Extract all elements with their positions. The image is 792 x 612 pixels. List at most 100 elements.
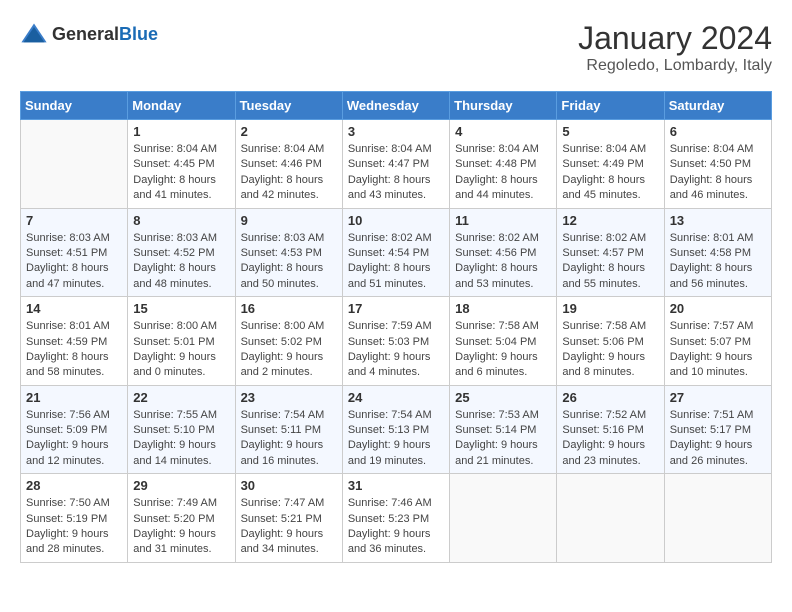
day-info: Sunrise: 7:46 AMSunset: 5:23 PMDaylight:… <box>348 496 444 558</box>
calendar-cell: 20 Sunrise: 7:57 AMSunset: 5:07 PMDayligh… <box>664 297 771 386</box>
day-number: 14 <box>26 301 122 316</box>
calendar-cell: 5Sunrise: 8:04 AMSunset: 4:49 PMDaylight… <box>557 120 664 209</box>
day-info: Sunrise: 7:54 AMSunset: 5:11 PMDaylight:… <box>241 408 337 470</box>
day-number: 2 <box>241 124 337 139</box>
day-number: 4 <box>455 124 551 139</box>
day-info: Sunrise: 7:56 AMSunset: 5:09 PMDaylight:… <box>26 408 122 470</box>
weekday-header-monday: Monday <box>128 92 235 120</box>
day-number: 12 <box>562 213 658 228</box>
day-info: Sunrise: 8:02 AMSunset: 4:57 PMDaylight:… <box>562 231 658 293</box>
calendar-cell: 4 Sunrise: 8:04 AMSunset: 4:48 PMDaylight… <box>450 120 557 209</box>
weekday-header-saturday: Saturday <box>664 92 771 120</box>
calendar-cell: 28 Sunrise: 7:50 AMSunset: 5:19 PMDayligh… <box>21 474 128 563</box>
logo: GeneralBlue <box>20 20 158 48</box>
calendar-week-row: 14 Sunrise: 8:01 AMSunset: 4:59 PMDayligh… <box>21 297 772 386</box>
calendar-week-row: 7Sunrise: 8:03 AMSunset: 4:51 PMDaylight… <box>21 208 772 297</box>
weekday-header-friday: Friday <box>557 92 664 120</box>
day-number: 1 <box>133 124 229 139</box>
day-info: Sunrise: 7:57 AMSunset: 5:07 PMDaylight:… <box>670 319 766 381</box>
day-info: Sunrise: 7:50 AMSunset: 5:19 PMDaylight:… <box>26 496 122 558</box>
day-number: 7 <box>26 213 122 228</box>
calendar-cell <box>21 120 128 209</box>
day-info: Sunrise: 7:51 AMSunset: 5:17 PMDaylight:… <box>670 408 766 470</box>
day-number: 24 <box>348 390 444 405</box>
weekday-header-wednesday: Wednesday <box>342 92 449 120</box>
month-title: January 2024 <box>578 20 772 57</box>
day-number: 10 <box>348 213 444 228</box>
calendar-cell: 19Sunrise: 7:58 AMSunset: 5:06 PMDayligh… <box>557 297 664 386</box>
calendar-cell: 22 Sunrise: 7:55 AMSunset: 5:10 PMDayligh… <box>128 385 235 474</box>
logo-icon <box>20 20 48 48</box>
calendar-header: SundayMondayTuesdayWednesdayThursdayFrid… <box>21 92 772 120</box>
calendar-week-row: 21 Sunrise: 7:56 AMSunset: 5:09 PMDayligh… <box>21 385 772 474</box>
calendar-cell: 11Sunrise: 8:02 AMSunset: 4:56 PMDayligh… <box>450 208 557 297</box>
calendar-cell: 8Sunrise: 8:03 AMSunset: 4:52 PMDaylight… <box>128 208 235 297</box>
calendar-cell: 1Sunrise: 8:04 AMSunset: 4:45 PMDaylight… <box>128 120 235 209</box>
calendar-cell: 16Sunrise: 8:00 AMSunset: 5:02 PMDayligh… <box>235 297 342 386</box>
day-number: 22 <box>133 390 229 405</box>
day-number: 29 <box>133 478 229 493</box>
day-info: Sunrise: 7:47 AMSunset: 5:21 PMDaylight:… <box>241 496 337 558</box>
day-number: 9 <box>241 213 337 228</box>
day-info: Sunrise: 8:04 AMSunset: 4:48 PMDaylight:… <box>455 142 551 204</box>
calendar-cell: 13 Sunrise: 8:01 AMSunset: 4:58 PMDayligh… <box>664 208 771 297</box>
day-number: 21 <box>26 390 122 405</box>
day-number: 6 <box>670 124 766 139</box>
calendar-body: 1Sunrise: 8:04 AMSunset: 4:45 PMDaylight… <box>21 120 772 563</box>
day-info: Sunrise: 8:04 AMSunset: 4:50 PMDaylight:… <box>670 142 766 204</box>
calendar-cell: 10 Sunrise: 8:02 AMSunset: 4:54 PMDayligh… <box>342 208 449 297</box>
calendar-week-row: 1Sunrise: 8:04 AMSunset: 4:45 PMDaylight… <box>21 120 772 209</box>
day-number: 26 <box>562 390 658 405</box>
day-number: 25 <box>455 390 551 405</box>
calendar-cell: 27 Sunrise: 7:51 AMSunset: 5:17 PMDayligh… <box>664 385 771 474</box>
day-info: Sunrise: 8:00 AMSunset: 5:02 PMDaylight:… <box>241 319 337 381</box>
day-info: Sunrise: 8:01 AMSunset: 4:58 PMDaylight:… <box>670 231 766 293</box>
logo-text-general: General <box>52 24 119 44</box>
calendar-cell: 2 Sunrise: 8:04 AMSunset: 4:46 PMDaylight… <box>235 120 342 209</box>
weekday-row: SundayMondayTuesdayWednesdayThursdayFrid… <box>21 92 772 120</box>
calendar-cell: 12 Sunrise: 8:02 AMSunset: 4:57 PMDayligh… <box>557 208 664 297</box>
day-number: 30 <box>241 478 337 493</box>
calendar-cell: 21 Sunrise: 7:56 AMSunset: 5:09 PMDayligh… <box>21 385 128 474</box>
calendar-cell: 24 Sunrise: 7:54 AMSunset: 5:13 PMDayligh… <box>342 385 449 474</box>
calendar-table: SundayMondayTuesdayWednesdayThursdayFrid… <box>20 91 772 563</box>
day-number: 27 <box>670 390 766 405</box>
title-block: January 2024 Regoledo, Lombardy, Italy <box>578 20 772 75</box>
day-info: Sunrise: 7:54 AMSunset: 5:13 PMDaylight:… <box>348 408 444 470</box>
calendar-cell: 3Sunrise: 8:04 AMSunset: 4:47 PMDaylight… <box>342 120 449 209</box>
calendar-cell: 30 Sunrise: 7:47 AMSunset: 5:21 PMDayligh… <box>235 474 342 563</box>
day-info: Sunrise: 8:03 AMSunset: 4:52 PMDaylight:… <box>133 231 229 293</box>
day-info: Sunrise: 8:03 AMSunset: 4:53 PMDaylight:… <box>241 231 337 293</box>
day-number: 3 <box>348 124 444 139</box>
day-number: 13 <box>670 213 766 228</box>
logo-text-blue: Blue <box>119 24 158 44</box>
day-number: 15 <box>133 301 229 316</box>
day-number: 20 <box>670 301 766 316</box>
calendar-cell: 26Sunrise: 7:52 AMSunset: 5:16 PMDayligh… <box>557 385 664 474</box>
day-number: 23 <box>241 390 337 405</box>
calendar-cell: 25 Sunrise: 7:53 AMSunset: 5:14 PMDayligh… <box>450 385 557 474</box>
calendar-cell <box>664 474 771 563</box>
day-info: Sunrise: 8:00 AMSunset: 5:01 PMDaylight:… <box>133 319 229 381</box>
calendar-cell: 31 Sunrise: 7:46 AMSunset: 5:23 PMDayligh… <box>342 474 449 563</box>
calendar-cell: 18Sunrise: 7:58 AMSunset: 5:04 PMDayligh… <box>450 297 557 386</box>
day-info: Sunrise: 8:02 AMSunset: 4:54 PMDaylight:… <box>348 231 444 293</box>
calendar-cell <box>557 474 664 563</box>
day-number: 11 <box>455 213 551 228</box>
day-info: Sunrise: 7:59 AMSunset: 5:03 PMDaylight:… <box>348 319 444 381</box>
day-number: 31 <box>348 478 444 493</box>
weekday-header-thursday: Thursday <box>450 92 557 120</box>
calendar-cell: 14 Sunrise: 8:01 AMSunset: 4:59 PMDayligh… <box>21 297 128 386</box>
day-number: 17 <box>348 301 444 316</box>
day-info: Sunrise: 8:04 AMSunset: 4:49 PMDaylight:… <box>562 142 658 204</box>
day-info: Sunrise: 7:53 AMSunset: 5:14 PMDaylight:… <box>455 408 551 470</box>
day-info: Sunrise: 7:58 AMSunset: 5:06 PMDaylight:… <box>562 319 658 381</box>
calendar-cell: 29Sunrise: 7:49 AMSunset: 5:20 PMDayligh… <box>128 474 235 563</box>
day-number: 28 <box>26 478 122 493</box>
weekday-header-tuesday: Tuesday <box>235 92 342 120</box>
day-info: Sunrise: 7:55 AMSunset: 5:10 PMDaylight:… <box>133 408 229 470</box>
day-info: Sunrise: 8:04 AMSunset: 4:46 PMDaylight:… <box>241 142 337 204</box>
calendar-cell <box>450 474 557 563</box>
day-info: Sunrise: 8:01 AMSunset: 4:59 PMDaylight:… <box>26 319 122 381</box>
page-header: GeneralBlue January 2024 Regoledo, Lomba… <box>20 20 772 75</box>
